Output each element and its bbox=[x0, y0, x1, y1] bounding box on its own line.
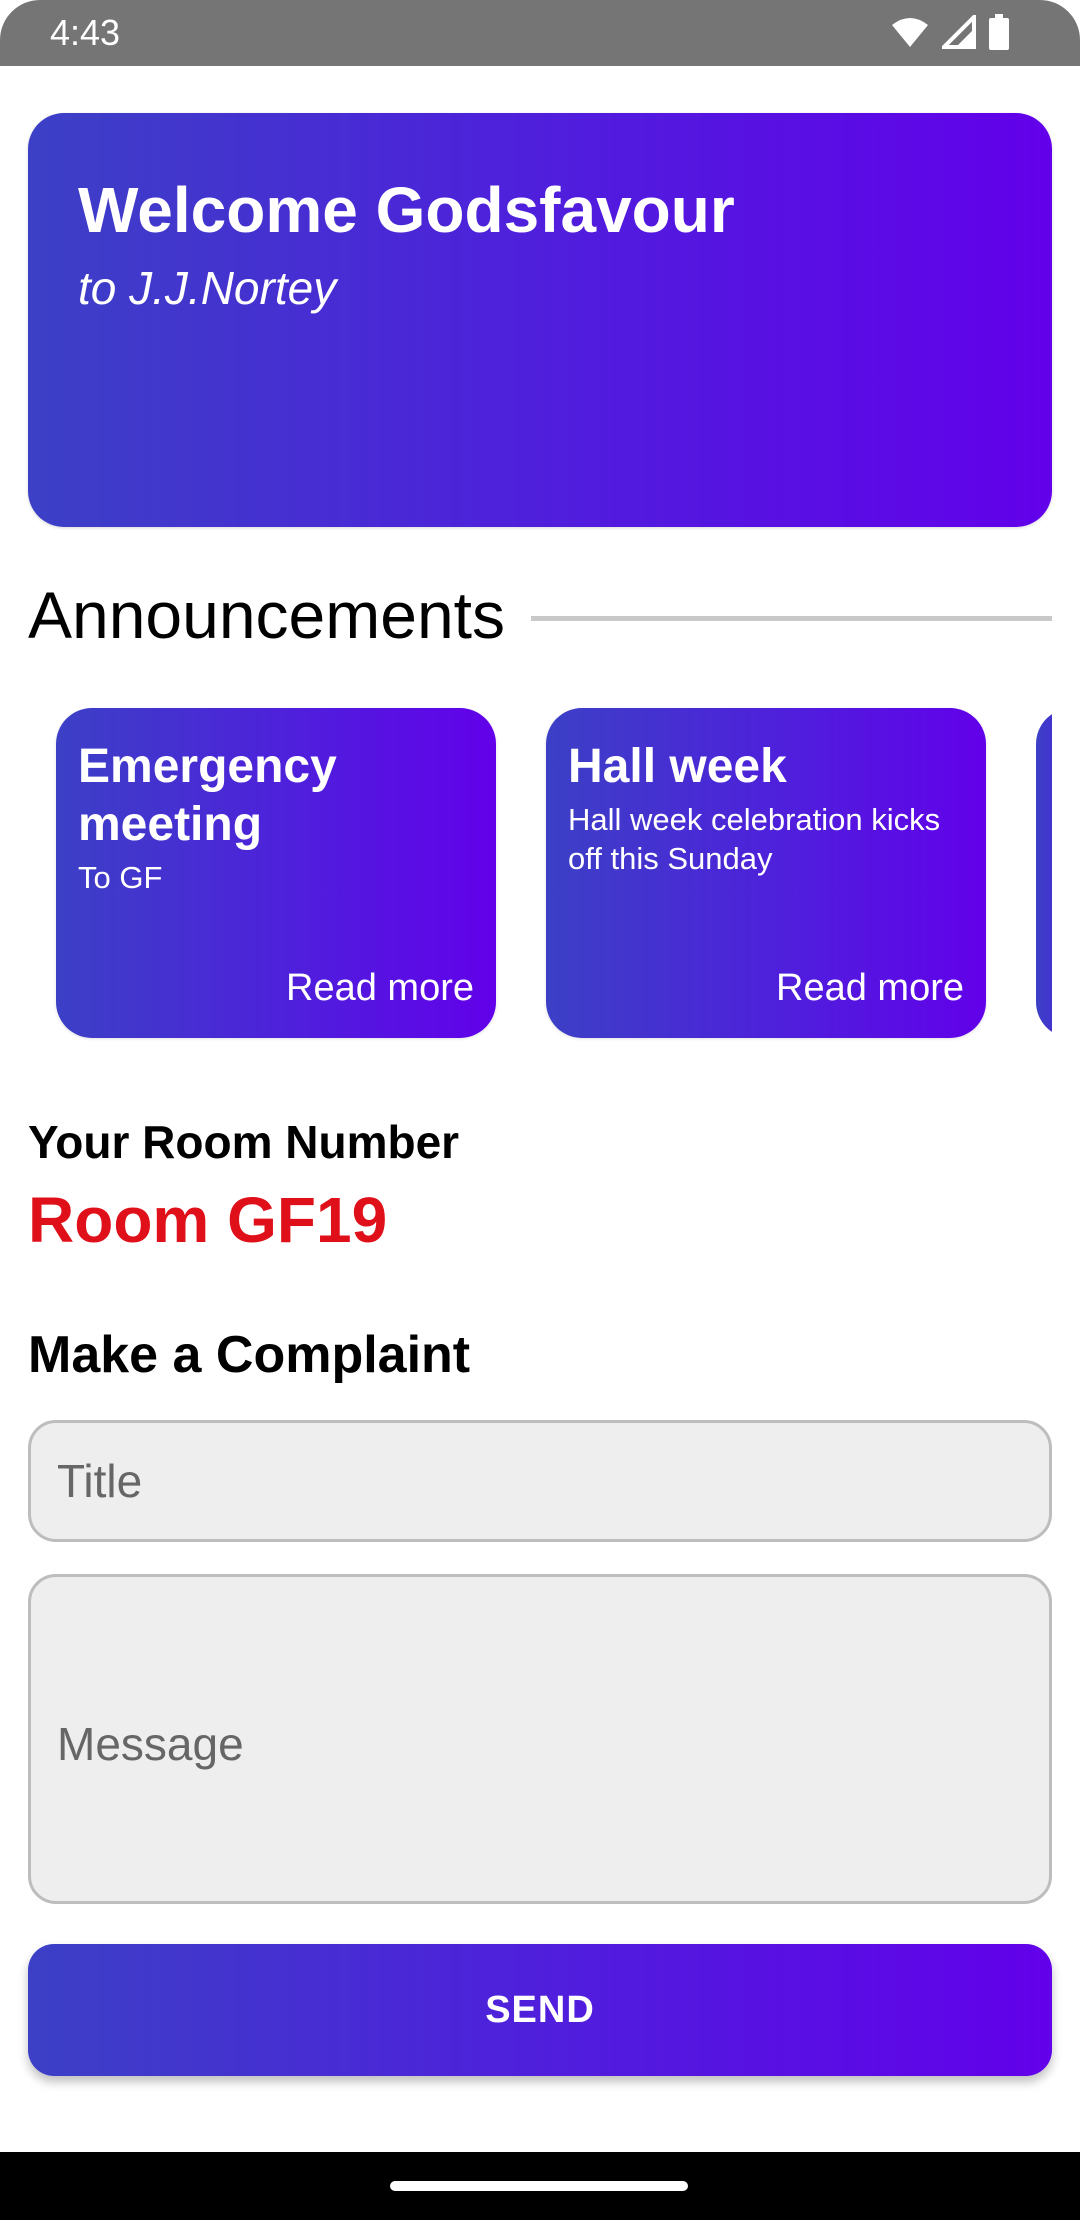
room-number-label: Your Room Number bbox=[28, 1116, 460, 1168]
announcement-title: Emergency meeting bbox=[78, 740, 337, 851]
navigation-bar bbox=[0, 2152, 1080, 2220]
welcome-subtitle: to J.J.Nortey bbox=[78, 262, 337, 314]
read-more-link[interactable]: Read more bbox=[776, 967, 964, 1010]
complaint-title-input[interactable] bbox=[28, 1420, 1052, 1542]
status-icons bbox=[890, 14, 1010, 50]
room-number-value: Room GF19 bbox=[28, 1184, 388, 1256]
cell-signal-icon bbox=[942, 15, 976, 49]
announcement-body: To GF bbox=[78, 860, 163, 895]
announcement-card-hall-week[interactable]: Hall week Hall week celebration kicks of… bbox=[546, 708, 986, 1038]
home-gesture-pill[interactable] bbox=[390, 2181, 688, 2191]
complaint-heading: Make a Complaint bbox=[28, 1326, 471, 1384]
announcements-title: Announcements bbox=[28, 578, 505, 652]
status-time: 4:43 bbox=[50, 12, 121, 53]
section-divider bbox=[531, 615, 1052, 621]
announcements-header: Announcements bbox=[28, 575, 1052, 655]
send-button[interactable]: SEND bbox=[28, 1944, 1052, 2076]
announcement-title: Hall week bbox=[568, 740, 787, 793]
battery-icon bbox=[989, 14, 1009, 50]
status-bar: 4:43 bbox=[0, 0, 1080, 66]
wifi-icon bbox=[892, 18, 928, 47]
read-more-link[interactable]: Read more bbox=[286, 967, 474, 1010]
welcome-title: Welcome Godsfavour bbox=[78, 174, 735, 246]
welcome-card: Welcome Godsfavour to J.J.Nortey bbox=[28, 113, 1052, 527]
carousel-edge bbox=[1052, 700, 1080, 1050]
announcement-card-emergency[interactable]: Emergency meeting To GF Read more bbox=[56, 708, 496, 1038]
complaint-message-input[interactable] bbox=[28, 1574, 1052, 1904]
announcement-body: Hall week celebration kicks off this Sun… bbox=[568, 802, 941, 876]
